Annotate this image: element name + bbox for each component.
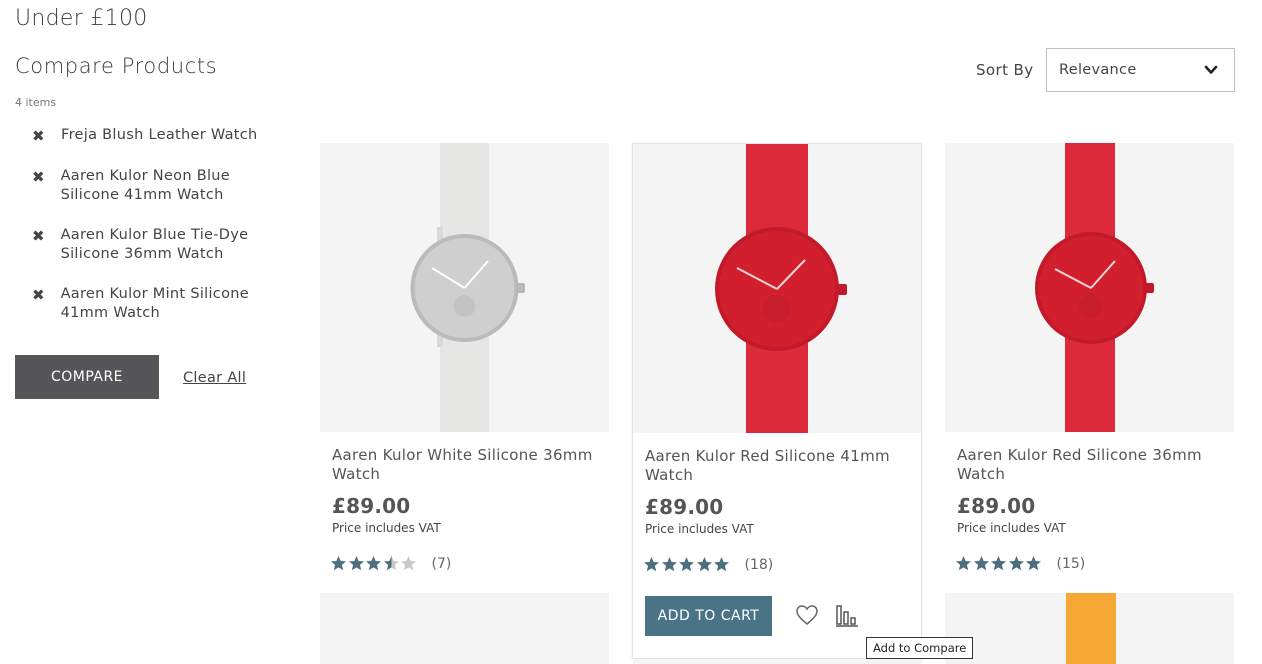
- sort-select[interactable]: Relevance: [1046, 48, 1235, 92]
- product-rating[interactable]: (7): [330, 555, 600, 572]
- compare-list-item: ✖ Aaren Kulor Blue Tie-Dye Silicone 36mm…: [32, 226, 282, 264]
- product-image[interactable]: [945, 143, 1234, 432]
- sort-by-label: Sort By: [976, 61, 1034, 79]
- close-icon[interactable]: ✖: [32, 127, 45, 146]
- product-rating[interactable]: (15): [955, 555, 1225, 572]
- product-image[interactable]: [945, 593, 1234, 664]
- chevron-down-icon: [1204, 65, 1218, 74]
- star-rating: [643, 556, 731, 573]
- star-icon: [644, 557, 659, 572]
- star-icon: [1008, 556, 1024, 571]
- compare-item-label[interactable]: Freja Blush Leather Watch: [61, 126, 258, 145]
- product-name[interactable]: Aaren Kulor White Silicone 36mm Watch: [332, 446, 598, 484]
- star-icon: [1026, 556, 1041, 571]
- watch-image: [410, 143, 525, 432]
- product-image[interactable]: [320, 143, 609, 432]
- bar-chart-icon[interactable]: [835, 602, 859, 628]
- close-icon[interactable]: ✖: [32, 286, 45, 305]
- star-icon: [401, 556, 416, 571]
- star-rating: [955, 555, 1043, 572]
- compare-title: Compare Products: [15, 54, 218, 78]
- product-name[interactable]: Aaren Kulor Red Silicone 41mm Watch: [645, 447, 909, 485]
- review-count[interactable]: (7): [432, 556, 452, 572]
- star-icon: [661, 557, 677, 572]
- star-icon: [383, 556, 399, 571]
- price-vat-note: Price includes VAT: [645, 522, 754, 536]
- review-count[interactable]: (15): [1057, 556, 1086, 572]
- sort-selected-value: Relevance: [1059, 62, 1137, 78]
- watch-image: [1035, 143, 1154, 432]
- product-name[interactable]: Aaren Kulor Red Silicone 36mm Watch: [957, 446, 1223, 484]
- compare-list: ✖ Freja Blush Leather Watch ✖ Aaren Kulo…: [32, 126, 282, 344]
- product-image[interactable]: [320, 593, 609, 664]
- product-rating[interactable]: (18): [643, 556, 911, 573]
- product-price: £89.00: [645, 495, 724, 519]
- compare-item-label[interactable]: Aaren Kulor Blue Tie-Dye Silicone 36mm W…: [61, 226, 282, 264]
- star-icon: [956, 556, 971, 571]
- star-icon: [991, 556, 1006, 571]
- star-icon: [366, 556, 381, 571]
- page-title: Under £100: [15, 6, 148, 31]
- star-icon: [973, 556, 989, 571]
- compare-list-item: ✖ Aaren Kulor Neon Blue Silicone 41mm Wa…: [32, 167, 282, 205]
- compare-item-count: 4 items: [15, 96, 57, 109]
- star-icon: [714, 557, 729, 572]
- compare-item-label[interactable]: Aaren Kulor Neon Blue Silicone 41mm Watc…: [61, 167, 282, 205]
- add-to-compare-tooltip: Add to Compare: [866, 637, 974, 659]
- star-icon: [331, 556, 346, 571]
- compare-list-item: ✖ Freja Blush Leather Watch: [32, 126, 282, 146]
- product-image[interactable]: [633, 144, 921, 433]
- price-vat-note: Price includes VAT: [332, 521, 441, 535]
- star-icon: [679, 557, 694, 572]
- star-icon: [696, 557, 712, 572]
- add-to-cart-button[interactable]: ADD TO CART: [645, 596, 772, 636]
- price-vat-note: Price includes VAT: [957, 521, 1066, 535]
- product-card[interactable]: Aaren Kulor White Silicone 36mm Watch £8…: [320, 143, 610, 572]
- product-card[interactable]: Aaren Kulor Red Silicone 41mm Watch £89.…: [632, 143, 922, 659]
- clear-all-link[interactable]: Clear All: [183, 370, 246, 386]
- star-rating: [330, 555, 418, 572]
- close-icon[interactable]: ✖: [32, 168, 45, 187]
- product-price: £89.00: [332, 494, 411, 518]
- product-price: £89.00: [957, 494, 1036, 518]
- product-image[interactable]: [633, 659, 922, 664]
- heart-icon[interactable]: [795, 604, 819, 626]
- close-icon[interactable]: ✖: [32, 227, 45, 246]
- product-card[interactable]: Aaren Kulor Red Silicone 36mm Watch £89.…: [945, 143, 1235, 572]
- compare-item-label[interactable]: Aaren Kulor Mint Silicone 41mm Watch: [61, 285, 282, 323]
- compare-button[interactable]: COMPARE: [15, 355, 159, 399]
- compare-list-item: ✖ Aaren Kulor Mint Silicone 41mm Watch: [32, 285, 282, 323]
- star-icon: [348, 556, 364, 571]
- watch-image: [715, 144, 847, 433]
- review-count[interactable]: (18): [745, 557, 774, 573]
